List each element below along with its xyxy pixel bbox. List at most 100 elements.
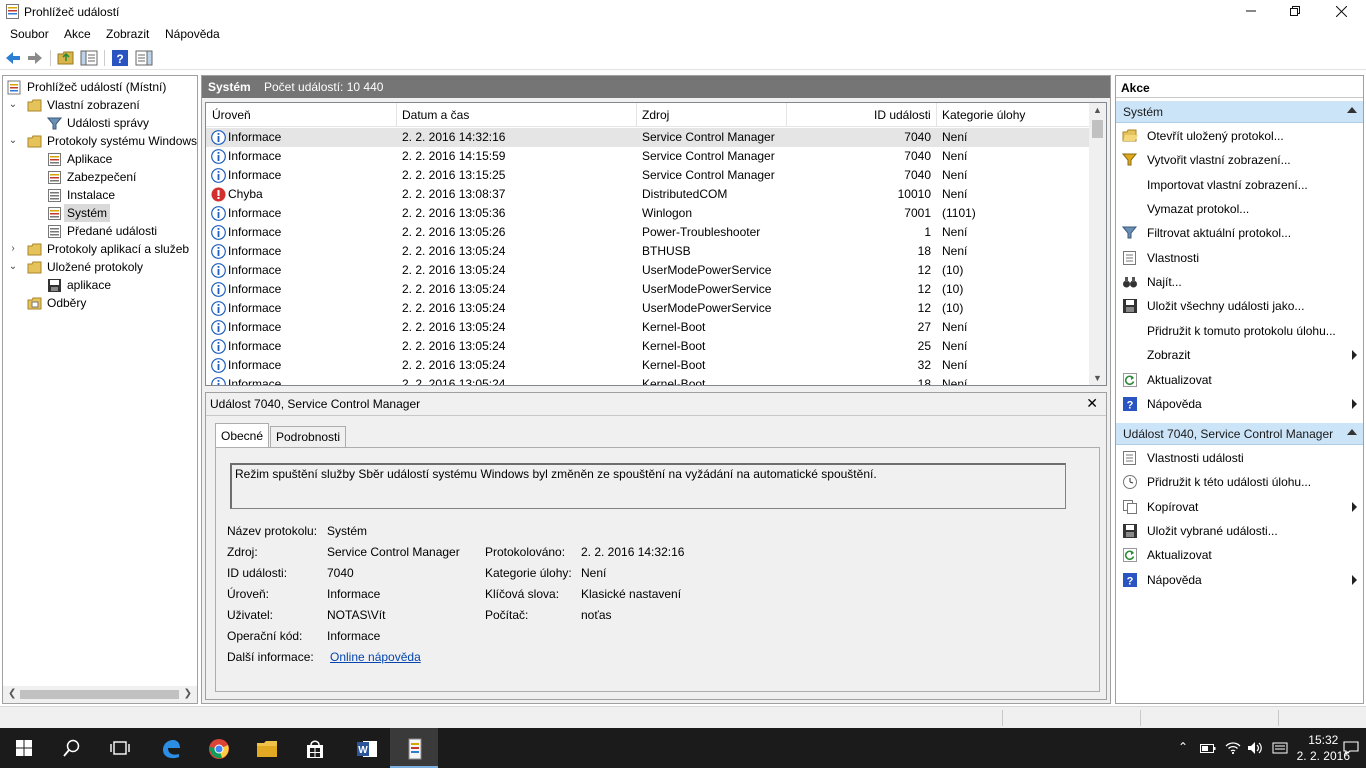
scroll-right-icon[interactable]: ❯ — [184, 688, 192, 699]
expanded-chevron-icon[interactable]: ⌄ — [7, 258, 19, 276]
taskbar-file-explorer[interactable] — [242, 728, 290, 768]
keyboard-icon[interactable] — [1272, 740, 1288, 756]
menu-file[interactable]: Soubor — [10, 27, 49, 41]
column-event-id[interactable]: ID události — [874, 108, 931, 122]
taskbar-chrome[interactable] — [194, 728, 242, 768]
collapsed-chevron-icon[interactable]: › — [7, 240, 19, 258]
task-view-button[interactable] — [96, 728, 144, 768]
expanded-chevron-icon[interactable]: ⌄ — [7, 132, 19, 150]
expanded-chevron-icon[interactable]: ⌄ — [7, 96, 19, 114]
restore-button[interactable] — [1272, 0, 1318, 24]
action-item[interactable]: Vymazat protokol... — [1116, 197, 1363, 221]
forward-icon[interactable] — [26, 49, 44, 67]
column-date[interactable]: Datum a čas — [402, 108, 469, 122]
source-value: Service Control Manager — [327, 545, 460, 559]
action-item[interactable]: Aktualizovat — [1116, 368, 1363, 392]
actions-section-system[interactable]: Systém — [1116, 101, 1363, 123]
action-item[interactable]: Vytvořit vlastní zobrazení... — [1116, 148, 1363, 172]
event-row[interactable]: Chyba 2. 2. 2016 13:08:37 DistributedCOM 10… — [206, 185, 1090, 204]
action-item[interactable]: Otevřít uložený protokol... — [1116, 124, 1363, 148]
scrollbar-thumb[interactable] — [1092, 120, 1103, 138]
column-task-category[interactable]: Kategorie úlohy — [942, 108, 1025, 122]
tab-details[interactable]: Podrobnosti — [270, 426, 347, 448]
taskbar-word[interactable]: W — [342, 728, 390, 768]
event-row[interactable]: Informace 2. 2. 2016 13:05:24 Kernel-Boot 1… — [206, 375, 1090, 385]
event-row[interactable]: Informace 2. 2. 2016 14:15:59 Service Cont… — [206, 147, 1090, 166]
event-description[interactable]: Režim spuštění služby Sběr událostí syst… — [230, 463, 1066, 509]
notifications-icon[interactable] — [1343, 740, 1359, 756]
action-item[interactable]: Přidružit k tomuto protokolu úlohu... — [1116, 319, 1363, 343]
taskbar-store[interactable] — [290, 728, 338, 768]
action-item[interactable]: Filtrovat aktuální protokol... — [1116, 221, 1363, 245]
collapse-caret-icon[interactable] — [1347, 429, 1357, 435]
volume-icon[interactable] — [1247, 740, 1263, 756]
action-item[interactable]: Uložit všechny události jako... — [1116, 294, 1363, 318]
scrollbar-thumb[interactable] — [20, 690, 179, 699]
event-row[interactable]: Informace 2. 2. 2016 13:05:26 Power-Troubl… — [206, 223, 1090, 242]
row-date: 2. 2. 2016 13:08:37 — [402, 187, 506, 201]
close-window-button[interactable] — [1318, 0, 1364, 24]
show-hidden-icons-icon[interactable]: ⌃ — [1178, 740, 1188, 754]
column-separator[interactable] — [936, 103, 937, 127]
action-item[interactable]: Najít... — [1116, 270, 1363, 294]
actions-section-event[interactable]: Událost 7040, Service Control Manager — [1116, 423, 1363, 445]
event-row[interactable]: Informace 2. 2. 2016 13:05:24 UserModePowe… — [206, 280, 1090, 299]
column-source[interactable]: Zdroj — [642, 108, 669, 122]
event-row[interactable]: Informace 2. 2. 2016 13:05:24 UserModePowe… — [206, 261, 1090, 280]
information-icon — [211, 320, 226, 335]
column-separator[interactable] — [636, 103, 637, 127]
action-item[interactable]: Importovat vlastní zobrazení... — [1116, 173, 1363, 197]
tab-general[interactable]: Obecné — [215, 423, 270, 448]
action-item[interactable]: Kopírovat — [1116, 495, 1363, 519]
action-item[interactable]: ? Nápověda — [1116, 568, 1363, 592]
wifi-icon[interactable] — [1225, 740, 1241, 756]
search-button[interactable] — [48, 728, 96, 768]
event-row[interactable]: Informace 2. 2. 2016 13:05:36 Winlogon 7001… — [206, 204, 1090, 223]
help-icon[interactable]: ? — [111, 49, 129, 67]
back-icon[interactable] — [4, 49, 22, 67]
action-item[interactable]: Aktualizovat — [1116, 543, 1363, 567]
menu-view[interactable]: Zobrazit — [106, 27, 149, 41]
row-event-id: 25 — [917, 339, 931, 353]
event-row[interactable]: Informace 2. 2. 2016 14:32:16 Service Cont… — [206, 128, 1090, 147]
show-hide-actions-icon[interactable] — [135, 49, 153, 67]
scroll-up-icon[interactable]: ▲ — [1093, 105, 1102, 115]
event-row[interactable]: Informace 2. 2. 2016 13:15:25 Service Cont… — [206, 166, 1090, 185]
column-separator[interactable] — [396, 103, 397, 127]
event-id-label: ID události: — [227, 566, 288, 580]
tree-horizontal-scrollbar[interactable]: ❮ ❯ — [3, 686, 197, 703]
event-row[interactable]: Informace 2. 2. 2016 13:05:24 Kernel-Boot 2… — [206, 337, 1090, 356]
action-item[interactable]: Uložit vybrané události... — [1116, 519, 1363, 543]
start-button[interactable] — [0, 728, 48, 768]
action-item[interactable]: ? Nápověda — [1116, 392, 1363, 416]
action-item[interactable]: Vlastnosti — [1116, 246, 1363, 270]
log-name-value: Systém — [327, 524, 368, 538]
battery-icon[interactable] — [1200, 742, 1216, 754]
scroll-left-icon[interactable]: ❮ — [8, 688, 16, 699]
row-source: Service Control Manager — [642, 130, 775, 144]
taskbar-edge[interactable] — [146, 728, 194, 768]
column-separator[interactable] — [786, 103, 787, 127]
menu-help[interactable]: Nápověda — [165, 27, 220, 41]
event-list-vertical-scrollbar[interactable]: ▲ ▼ — [1089, 103, 1106, 385]
menu-action[interactable]: Akce — [64, 27, 91, 41]
close-detail-icon[interactable]: ✕ — [1086, 395, 1098, 412]
scroll-down-icon[interactable]: ▼ — [1093, 373, 1102, 383]
collapse-caret-icon[interactable] — [1347, 107, 1357, 113]
taskbar-event-viewer[interactable] — [390, 728, 438, 768]
show-hide-tree-icon[interactable] — [80, 49, 98, 67]
column-level[interactable]: Úroveň — [212, 108, 251, 122]
minimize-button[interactable] — [1228, 0, 1274, 24]
event-row[interactable]: Informace 2. 2. 2016 13:05:24 Kernel-Boot 2… — [206, 318, 1090, 337]
action-item[interactable]: Vlastnosti události — [1116, 446, 1363, 470]
submenu-arrow-icon — [1352, 501, 1357, 512]
action-item[interactable]: Přidružit k této události úlohu... — [1116, 470, 1363, 494]
event-row[interactable]: Informace 2. 2. 2016 13:05:24 Kernel-Boot 3… — [206, 356, 1090, 375]
online-help-link[interactable]: Online nápověda — [330, 650, 421, 664]
event-row[interactable]: Informace 2. 2. 2016 13:05:24 BTHUSB 18 Není — [206, 242, 1090, 261]
taskbar-clock[interactable]: 15:32 2. 2. 2016 — [1297, 732, 1350, 764]
event-row[interactable]: Informace 2. 2. 2016 13:05:24 UserModePowe… — [206, 299, 1090, 318]
folder-up-icon[interactable] — [57, 49, 75, 67]
minimize-icon — [1246, 10, 1256, 12]
action-item[interactable]: Zobrazit — [1116, 343, 1363, 367]
